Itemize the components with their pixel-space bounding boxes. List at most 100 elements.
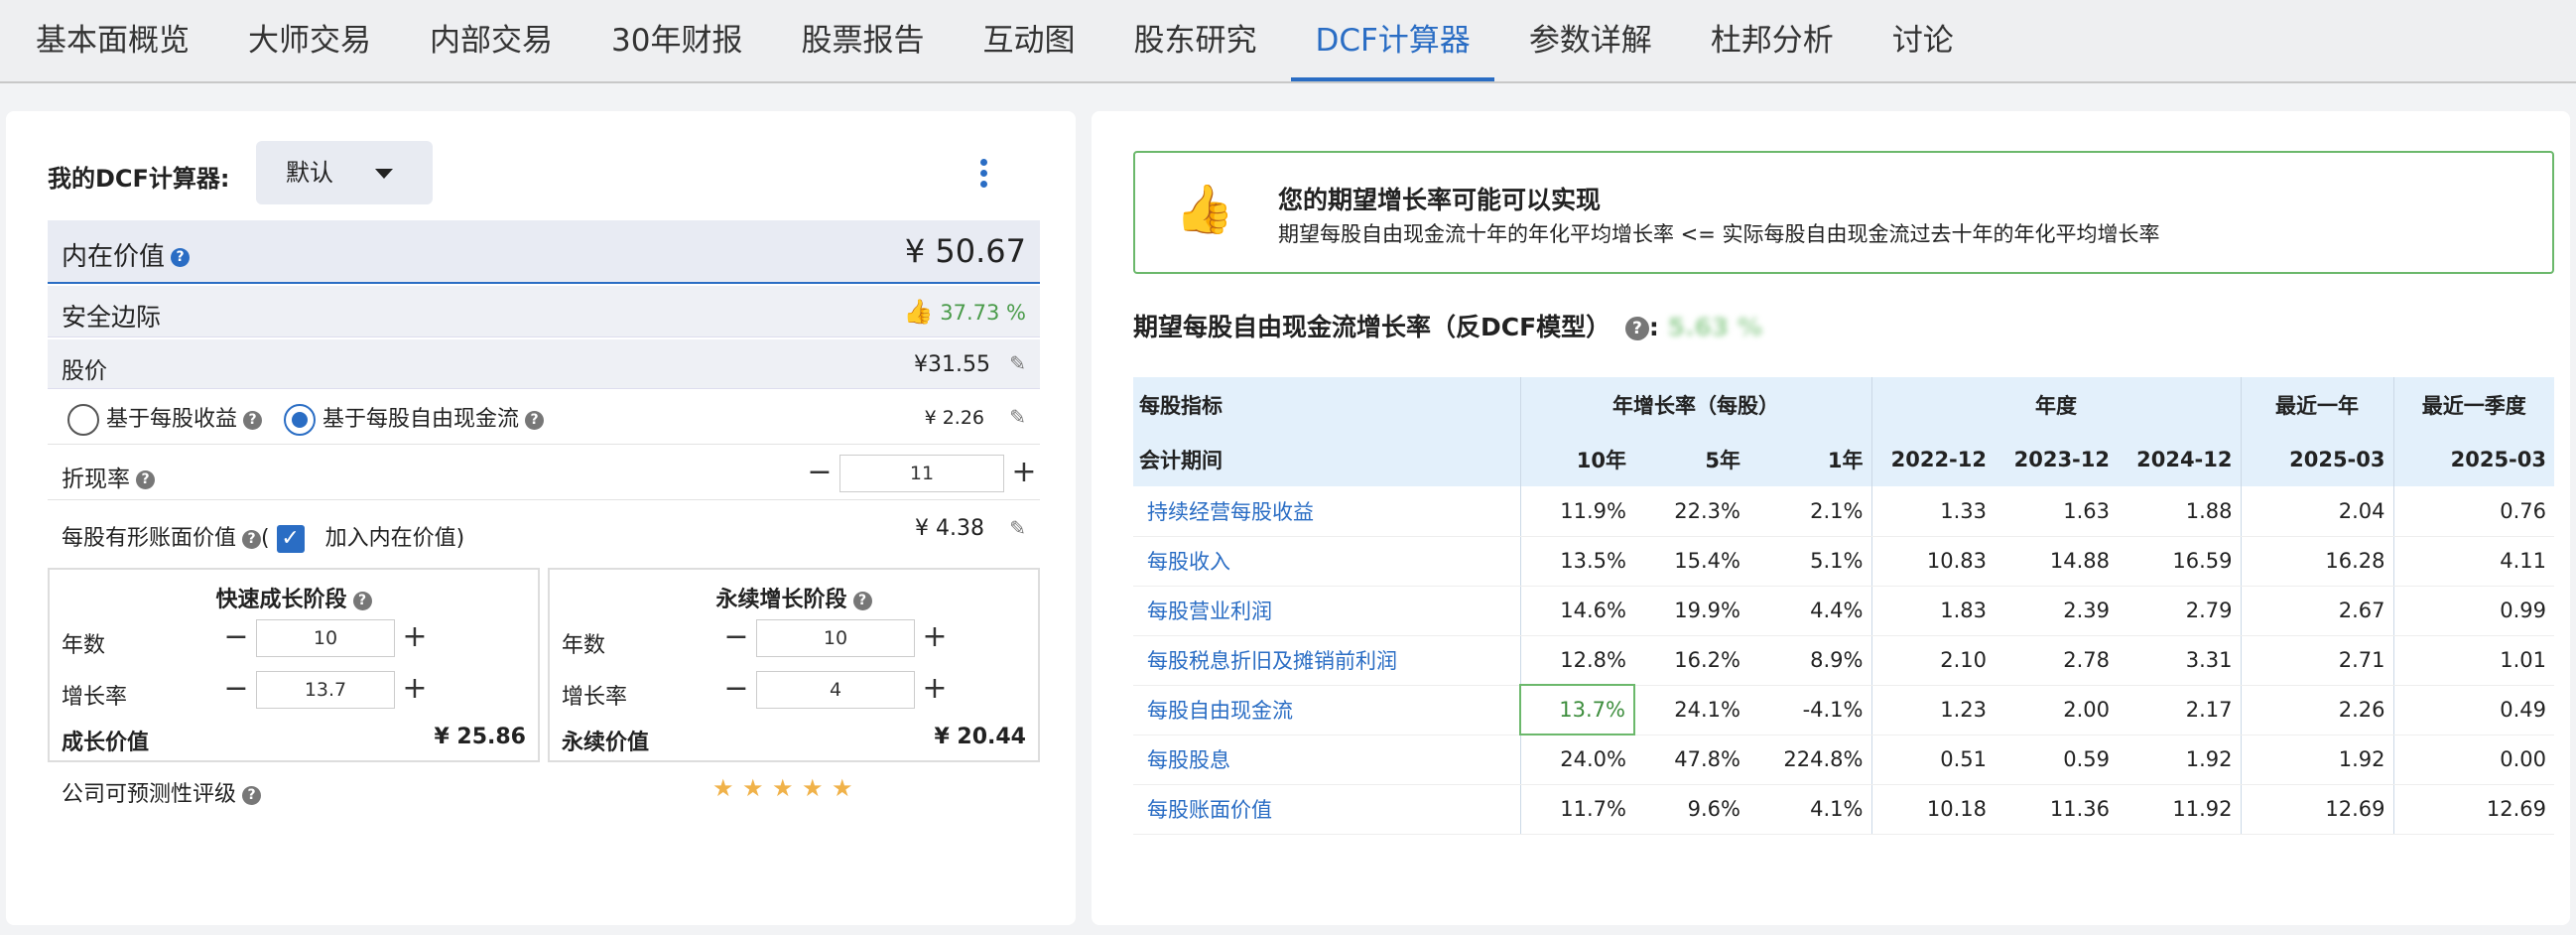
plus-button[interactable]: + <box>915 671 955 709</box>
table-row: 每股自由现金流 13.7% 24.1% -4.1% 1.23 2.00 2.17 2.26 0.… <box>1133 684 2554 735</box>
plus-button[interactable]: + <box>1004 455 1044 492</box>
table-cell: 10.83 <box>1870 536 1995 587</box>
tab-item[interactable]: 互动图 <box>959 0 1098 81</box>
metric-link[interactable]: 每股股息 <box>1133 735 1520 785</box>
table-header-cell: 5年 <box>1634 432 1748 486</box>
tab-item[interactable]: 股票报告 <box>777 0 948 81</box>
reverse-dcf-title: 期望每股自由现金流增长率（反DCF模型） <box>1133 313 1611 341</box>
metric-link[interactable]: 每股自由现金流 <box>1133 685 1520 735</box>
star-icon: ★ <box>772 774 794 802</box>
tab-item[interactable]: 讨论 <box>1868 0 1978 81</box>
predictability-label: 公司可预测性评级 <box>62 782 237 807</box>
tab-item[interactable]: 基本面概览 <box>12 0 213 81</box>
minus-button[interactable]: − <box>716 619 756 657</box>
help-icon[interactable]: ? <box>136 470 155 489</box>
star-icon: ★ <box>802 774 824 802</box>
help-icon[interactable]: ? <box>243 410 263 430</box>
metric-link[interactable]: 持续经营每股收益 <box>1133 486 1520 537</box>
table-header-cell: 最近一季度 <box>2392 377 2554 432</box>
tab-item[interactable]: 大师交易 <box>224 0 395 81</box>
tab-item[interactable]: 股东研究 <box>1109 0 1280 81</box>
dcf-preset-dropdown[interactable]: 默认 <box>256 141 433 204</box>
table-cell: 1.23 <box>1870 685 1995 735</box>
margin-value: 37.73 % <box>940 301 1026 325</box>
metric-link[interactable]: 每股税息折旧及摊销前利润 <box>1133 635 1520 686</box>
table-cell: 22.3% <box>1634 486 1748 537</box>
include-tangible-checkbox[interactable]: ✓ <box>276 525 305 553</box>
table-cell: 15.4% <box>1634 536 1748 587</box>
radio-eps-label: 基于每股收益 <box>106 407 238 432</box>
fast-growth-box: 快速成长阶段? 年数 − 10 + 增长率 − 13.7 + 成长价值 ¥ 25… <box>48 568 540 762</box>
fast-years-stepper: − 10 + <box>216 619 435 657</box>
reverse-dcf-title-wrap: 期望每股自由现金流增长率（反DCF模型） ?: 5.63 % <box>1133 313 1763 341</box>
help-icon[interactable]: ? <box>525 410 545 430</box>
table-cell: 0.99 <box>2392 586 2554 636</box>
help-icon[interactable]: ? <box>242 785 262 805</box>
table-cell: 12.69 <box>2240 784 2393 835</box>
table-header-cell: 每股指标 <box>1133 377 1520 432</box>
table-cell: 19.9% <box>1634 586 1748 636</box>
table-cell: 12.8% <box>1519 635 1634 686</box>
minus-button[interactable]: − <box>716 671 756 709</box>
help-icon[interactable]: ? <box>352 591 372 610</box>
table-cell: 0.00 <box>2392 735 2554 785</box>
metric-link[interactable]: 每股收入 <box>1133 536 1520 587</box>
help-icon[interactable]: ? <box>852 591 872 610</box>
radio-eps[interactable]: 基于每股收益? <box>67 401 263 436</box>
table-cell: 3.31 <box>2118 635 2241 686</box>
tab-item[interactable]: 杜邦分析 <box>1687 0 1858 81</box>
my-dcf-label: 我的DCF计算器: <box>48 165 230 193</box>
star-icon: ★ <box>712 774 734 802</box>
fast-growth-input[interactable]: 13.7 <box>256 671 395 709</box>
plus-button[interactable]: + <box>915 619 955 657</box>
table-cell: 0.49 <box>2392 685 2554 735</box>
table-cell: 2.00 <box>1995 685 2118 735</box>
margin-value-wrap: 👍 37.73 % <box>904 298 1026 326</box>
discount-input[interactable]: 11 <box>839 455 1004 492</box>
fast-years-input[interactable]: 10 <box>256 619 395 657</box>
tab-item[interactable]: DCF计算器 <box>1291 0 1494 81</box>
metric-link[interactable]: 每股营业利润 <box>1133 586 1520 636</box>
price-value: ¥31.55 <box>914 352 990 377</box>
margin-of-safety-row: 安全边际 👍 37.73 % <box>48 286 1040 337</box>
plus-button[interactable]: + <box>395 671 435 709</box>
metric-link[interactable]: 每股账面价值 <box>1133 784 1520 835</box>
help-icon[interactable]: ? <box>1624 317 1649 340</box>
table-cell: 1.33 <box>1870 486 1995 537</box>
tangible-paren: ( <box>261 526 270 551</box>
term-growth-stepper: − 4 + <box>716 671 955 709</box>
help-icon[interactable]: ? <box>171 248 191 267</box>
discount-stepper: − 11 + <box>800 455 1044 492</box>
table-cell: 11.92 <box>2118 784 2241 835</box>
table-cell: 1.92 <box>2118 735 2241 785</box>
terminal-value: ¥ 20.44 <box>934 725 1026 749</box>
intrinsic-value-row: 内在价值? ¥ 50.67 <box>48 220 1040 284</box>
minus-button[interactable]: − <box>216 671 256 709</box>
edit-price-icon[interactable]: ✎ <box>1009 351 1026 375</box>
tab-item[interactable]: 内部交易 <box>406 0 577 81</box>
price-label: 股价 <box>62 358 107 384</box>
tab-item[interactable]: 参数详解 <box>1505 0 1676 81</box>
table-header-cell: 10年 <box>1519 432 1634 486</box>
fast-growth-title: 快速成长阶段 <box>215 588 347 612</box>
radio-fcf[interactable]: 基于每股自由现金流? <box>284 401 545 436</box>
table-cell: 2.39 <box>1995 586 2118 636</box>
tab-item[interactable]: 30年财报 <box>587 0 766 81</box>
table-cell: 16.59 <box>2118 536 2241 587</box>
edit-fcf-icon[interactable]: ✎ <box>1009 405 1026 429</box>
plus-button[interactable]: + <box>395 619 435 657</box>
term-years-input[interactable]: 10 <box>756 619 915 657</box>
table-cell: 2.17 <box>2118 685 2241 735</box>
radio-fcf-icon <box>284 404 316 436</box>
reverse-dcf-value: 5.63 % <box>1667 313 1763 341</box>
minus-button[interactable]: − <box>216 619 256 657</box>
terminal-growth-title: 永续增长阶段 <box>715 588 847 612</box>
more-options-icon[interactable] <box>978 159 988 189</box>
term-growth-input[interactable]: 4 <box>756 671 915 709</box>
table-cell: 2.71 <box>2240 635 2393 686</box>
edit-tangible-icon[interactable]: ✎ <box>1009 516 1026 540</box>
table-header-cell: 年度 <box>1870 377 2241 432</box>
help-icon[interactable]: ? <box>242 529 262 549</box>
minus-button[interactable]: − <box>800 455 839 492</box>
tangible-book-row: 每股有形账面价值?( ✓ 加入内在价值) ¥ 4.38 ✎ <box>48 502 1040 560</box>
